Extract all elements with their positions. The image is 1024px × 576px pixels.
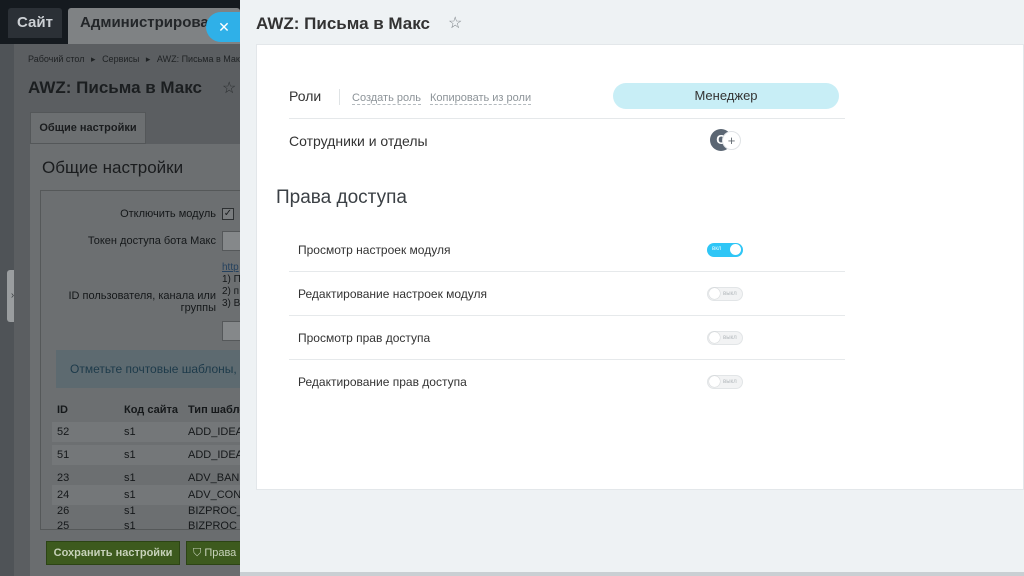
access-rights-label: Права <box>204 547 237 559</box>
cell-id: 52 <box>57 426 70 438</box>
toggle-knob <box>709 332 720 343</box>
star-icon[interactable]: ☆ <box>222 78 236 98</box>
permission-toggle[interactable]: выкл <box>707 331 743 345</box>
column-header-site[interactable]: Код сайта <box>124 400 178 420</box>
table-header: ID Код сайта Тип шаблона <box>52 400 259 420</box>
toggle-state-label: выкл <box>723 335 737 341</box>
employees-label: Сотрудники и отделы <box>289 133 428 149</box>
toggle-knob <box>709 376 720 387</box>
toggle-state-label: выкл <box>723 291 737 297</box>
tab-general-settings[interactable]: Общие настройки <box>30 112 146 144</box>
toggle-state-label: выкл <box>723 379 737 385</box>
permission-toggle[interactable]: вкл <box>707 243 743 257</box>
permission-label: Просмотр прав доступа <box>298 331 431 345</box>
roles-divider <box>339 89 340 105</box>
employees-row: Сотрудники и отделы C + <box>289 119 845 163</box>
tab-site[interactable]: Сайт <box>8 8 62 38</box>
access-rights-card: Роли Создать роль Копировать из роли Мен… <box>256 44 1024 490</box>
permission-label: Просмотр настроек модуля <box>298 243 451 257</box>
shield-icon: ⛉ <box>193 547 205 559</box>
close-icon: ✕ <box>218 19 230 35</box>
cell-type: ADD_IDEA <box>188 426 244 438</box>
toggle-knob <box>730 244 741 255</box>
section-title: Общие настройки <box>42 158 184 177</box>
permission-label: Редактирование настроек модуля <box>298 287 488 301</box>
access-section-title: Права доступа <box>276 187 407 208</box>
column-header-id[interactable]: ID <box>57 400 68 420</box>
disable-module-checkbox[interactable]: ✓ <box>222 208 234 220</box>
permission-toggle[interactable]: выкл <box>707 375 743 389</box>
breadcrumb-item-module[interactable]: AWZ: Письма в Макс <box>157 54 244 64</box>
user-id-note: 3) В <box>222 298 241 309</box>
create-role-link[interactable]: Создать роль <box>352 92 422 105</box>
permission-row: Просмотр прав доступа выкл <box>289 316 845 360</box>
permission-row: Редактирование настроек модуля выкл <box>289 272 845 316</box>
roles-row: Роли Создать роль Копировать из роли Мен… <box>289 79 845 119</box>
table-row[interactable]: 52 s1 ADD_IDEA <box>52 422 244 442</box>
permission-toggle[interactable]: выкл <box>707 287 743 301</box>
cell-site: s1 <box>124 426 136 438</box>
close-slider-button[interactable]: ✕ <box>206 12 240 42</box>
bot-token-label: Токен доступа бота Макс <box>87 235 216 247</box>
user-id-label: ID пользователя, канала или группы <box>68 290 217 314</box>
slider-footer-bar <box>240 572 1024 576</box>
permission-row: Просмотр настроек модуля вкл <box>289 228 845 272</box>
save-settings-button[interactable]: Сохранить настройки <box>46 541 180 565</box>
user-id-note: 1) П <box>222 274 241 285</box>
permission-row: Редактирование прав доступа выкл <box>289 360 845 404</box>
access-rights-slider: AWZ: Письма в Макс ☆ Роли Создать роль К… <box>240 0 1024 576</box>
copy-role-link[interactable]: Копировать из роли <box>430 92 532 105</box>
add-employee-button[interactable]: C + <box>710 129 744 153</box>
toggle-knob <box>709 288 720 299</box>
disable-module-label: Отключить модуль <box>120 208 216 220</box>
breadcrumb-item-services[interactable]: Сервисы <box>102 54 139 64</box>
breadcrumb: Рабочий стол ▸ Сервисы ▸ AWZ: Письма в М… <box>28 54 259 65</box>
user-id-help-link[interactable]: http <box>222 262 239 273</box>
toggle-state-label: вкл <box>712 246 722 252</box>
breadcrumb-item-desktop[interactable]: Рабочий стол <box>28 54 85 64</box>
role-manager-pill[interactable]: Менеджер <box>613 83 839 109</box>
access-rights-button[interactable]: ⛉ Права <box>186 541 246 565</box>
star-outline-icon[interactable]: ☆ <box>448 13 462 33</box>
cell-id: 51 <box>57 449 70 461</box>
slider-title: AWZ: Письма в Макс <box>256 14 430 33</box>
breadcrumb-separator: ▸ <box>91 54 96 64</box>
page-title: AWZ: Письма в Макс <box>28 78 202 97</box>
roles-label: Роли <box>289 88 322 104</box>
info-message: Отметьте почтовые шаблоны, ко <box>56 350 256 388</box>
cell-type: ADD_IDEA <box>188 449 244 461</box>
breadcrumb-separator: ▸ <box>145 54 151 64</box>
cell-site: s1 <box>124 449 136 461</box>
user-id-note: 2) п <box>222 286 240 297</box>
table-row[interactable]: 51 s1 ADD_IDEA <box>52 445 244 465</box>
plus-icon: + <box>722 131 741 150</box>
permission-label: Редактирование прав доступа <box>298 375 467 389</box>
